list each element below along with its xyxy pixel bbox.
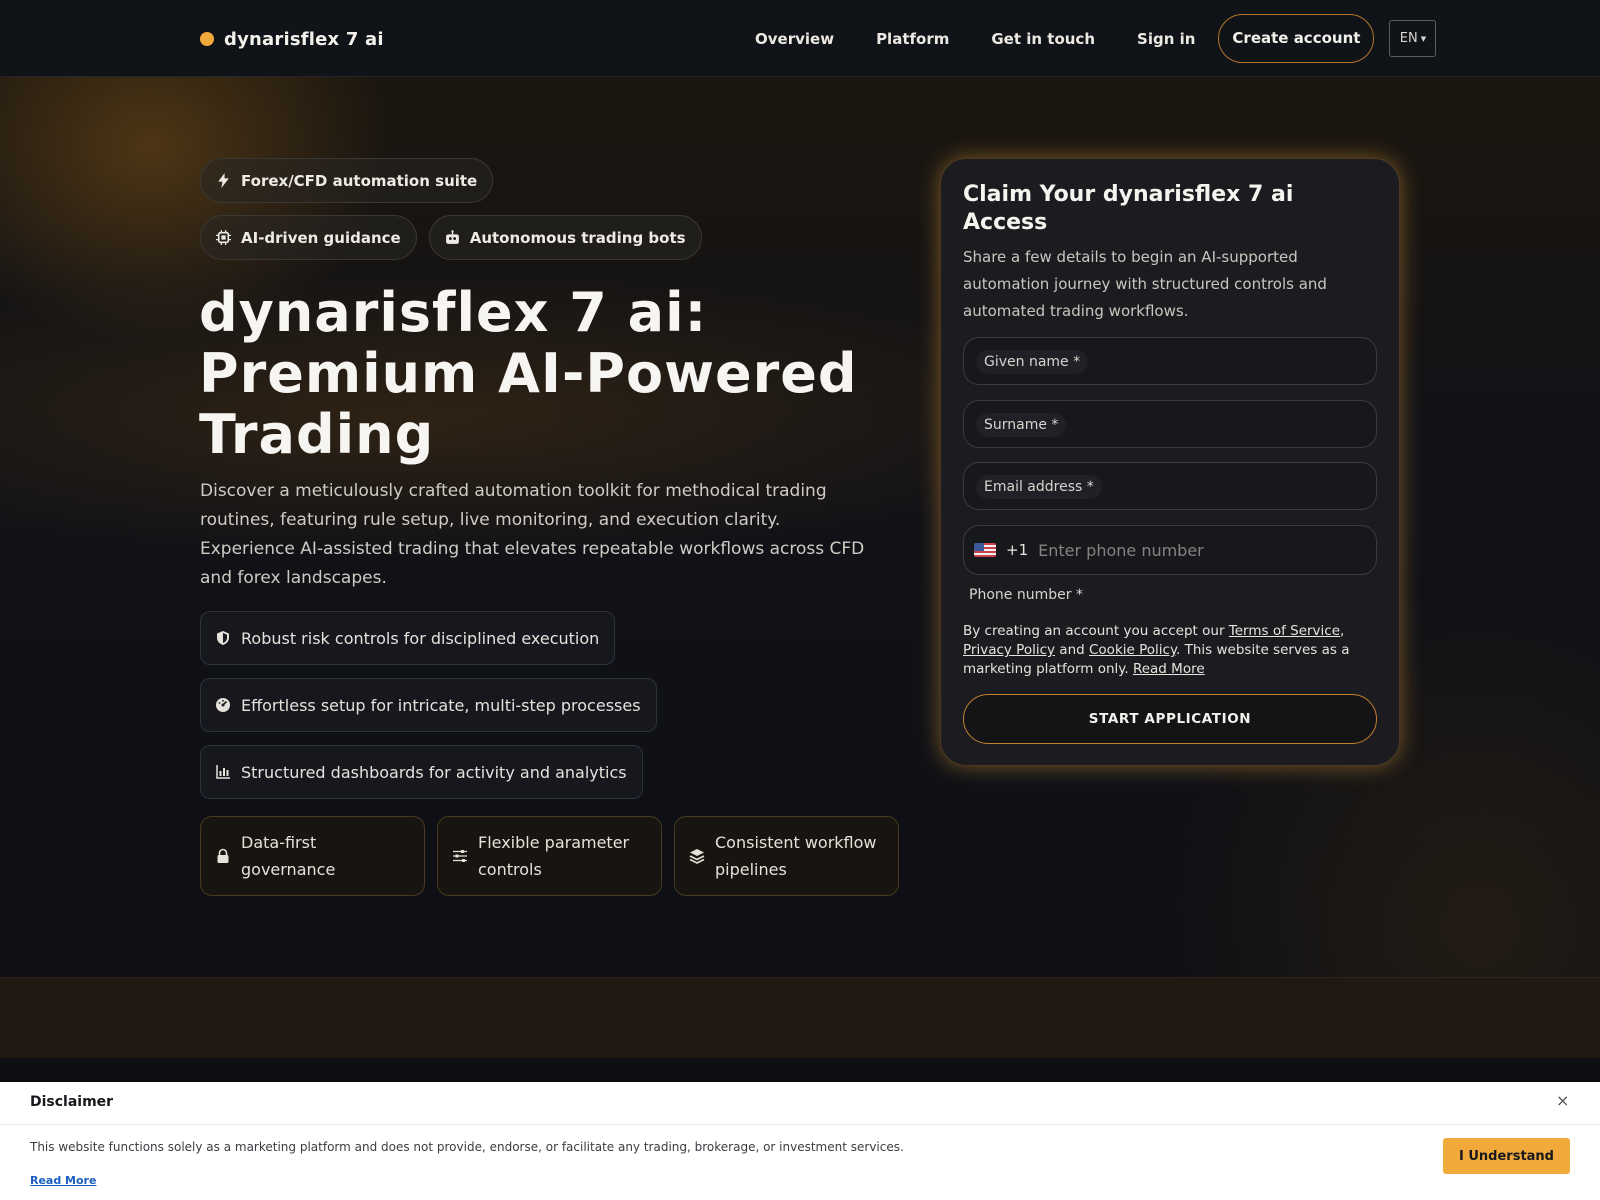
bolt-icon <box>218 173 229 188</box>
cookie-policy-link[interactable]: Cookie Policy <box>1089 642 1176 658</box>
given-name-field[interactable]: Given name * <box>963 337 1377 385</box>
brand-name: dynarisflex 7 ai <box>224 28 384 50</box>
terms-prefix: By creating an account you accept our <box>963 623 1229 639</box>
chip-ai-guidance: AI-driven guidance <box>200 215 417 260</box>
layers-icon <box>689 849 705 864</box>
gauge-icon <box>216 698 230 712</box>
nav-overview[interactable]: Overview <box>734 30 855 48</box>
nav-sign-in[interactable]: Sign in <box>1116 30 1216 48</box>
us-flag-icon[interactable] <box>974 543 996 557</box>
close-icon[interactable]: × <box>1556 1091 1569 1110</box>
sliders-icon <box>453 850 467 862</box>
chip-icon <box>216 230 231 245</box>
privacy-policy-link[interactable]: Privacy Policy <box>963 642 1055 658</box>
feature-risk-controls: Robust risk controls for disciplined exe… <box>200 611 616 665</box>
email-field[interactable]: Email address * <box>963 462 1377 510</box>
email-label: Email address * <box>976 475 1102 499</box>
tile-label: Consistent workflow pipelines <box>715 833 877 879</box>
tile-label: Flexible parameter controls <box>478 833 630 879</box>
chip-label: Autonomous trading bots <box>469 228 686 247</box>
feature-setup: Effortless setup for intricate, multi-st… <box>200 678 657 732</box>
chip-label: AI-driven guidance <box>241 228 401 247</box>
chip-trading-bots: Autonomous trading bots <box>428 215 702 260</box>
tile-label: Data-first governance <box>241 833 336 879</box>
brand-logo[interactable]: dynarisflex 7 ai <box>200 25 384 53</box>
disclaimer-banner: Disclaimer × This website functions sole… <box>0 1082 1600 1200</box>
form-title: Claim Your dynarisflex 7 ai Access <box>963 182 1294 235</box>
form-subtitle: Share a few details to begin an AI-suppo… <box>963 248 1327 320</box>
start-application-button[interactable]: START APPLICATION <box>963 694 1377 744</box>
phone-field[interactable]: +1 Enter phone number <box>963 525 1377 575</box>
disclaimer-read-more-link[interactable]: Read More <box>30 1174 96 1187</box>
chip-label: Forex/CFD automation suite <box>241 171 478 190</box>
language-selector[interactable]: EN ▼ <box>1389 20 1437 57</box>
given-name-label: Given name * <box>976 350 1089 374</box>
language-code: EN <box>1399 31 1418 46</box>
disclaimer-header: Disclaimer × <box>0 1082 1600 1125</box>
lock-icon <box>217 848 229 863</box>
surname-field[interactable]: Surname * <box>963 400 1377 448</box>
i-understand-button[interactable]: I Understand <box>1443 1138 1570 1174</box>
brand-dot-icon <box>200 32 214 46</box>
nav-platform[interactable]: Platform <box>855 30 970 48</box>
create-account-button[interactable]: Create account <box>1218 14 1375 63</box>
disclaimer-text: This website functions solely as a marke… <box>30 1140 904 1154</box>
bar-chart-icon <box>216 765 230 779</box>
robot-icon <box>445 230 459 244</box>
feature-label: Robust risk controls for disciplined exe… <box>241 628 600 648</box>
phone-label: Phone number * <box>969 587 1083 603</box>
top-navigation-bar: dynarisflex 7 ai Overview Platform Get i… <box>0 0 1600 77</box>
hero-chips: Forex/CFD automation suite AI-driven gui… <box>200 158 720 260</box>
chip-forex-cfd: Forex/CFD automation suite <box>200 158 494 203</box>
main-nav: Overview Platform Get in touch Sign in C… <box>734 14 1437 63</box>
terms-text: By creating an account you accept our Te… <box>963 623 1350 677</box>
terms-and: and <box>1055 642 1089 658</box>
hero-headline: dynarisflex 7 ai: Premium AI-Powered Tra… <box>199 281 858 466</box>
feature-label: Structured dashboards for activity and a… <box>241 762 627 782</box>
caret-down-icon: ▼ <box>1420 34 1427 43</box>
tile-governance: Data-first governance <box>200 816 425 896</box>
feature-tiles: Data-first governance Flexible parameter… <box>200 816 899 896</box>
section-divider-band <box>0 977 1600 1058</box>
hero-description: Discover a meticulously crafted automati… <box>200 481 865 588</box>
phone-input-placeholder[interactable]: Enter phone number <box>1038 541 1204 560</box>
dial-code[interactable]: +1 <box>1006 541 1028 559</box>
nav-get-in-touch[interactable]: Get in touch <box>970 30 1116 48</box>
read-more-link[interactable]: Read More <box>1133 661 1205 677</box>
feature-label: Effortless setup for intricate, multi-st… <box>241 695 641 715</box>
tile-parameters: Flexible parameter controls <box>437 816 662 896</box>
surname-label: Surname * <box>976 413 1067 437</box>
disclaimer-title: Disclaimer <box>30 1094 114 1110</box>
shield-icon <box>217 631 229 645</box>
terms-of-service-link[interactable]: Terms of Service <box>1229 623 1340 639</box>
signup-form-card: Claim Your dynarisflex 7 ai Access Share… <box>940 158 1400 766</box>
tile-pipelines: Consistent workflow pipelines <box>674 816 899 896</box>
feature-dashboards: Structured dashboards for activity and a… <box>200 745 643 799</box>
